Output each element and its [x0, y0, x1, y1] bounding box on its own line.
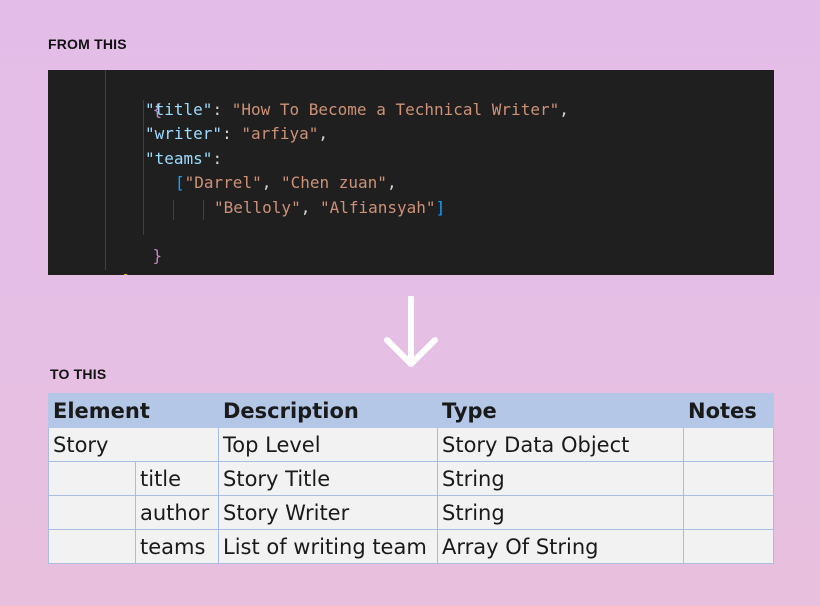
json-string: "arfiya" — [241, 124, 319, 143]
code-line: ["Darrel", "Chen zuan", — [175, 173, 397, 192]
element-table: Element Description Type Notes Story Top… — [48, 393, 774, 564]
notes-cell — [683, 461, 774, 496]
notes-cell — [683, 529, 774, 564]
code-line: "Belloly", "Alfiansyah"] — [214, 198, 446, 217]
from-heading: FROM THIS — [48, 36, 127, 52]
json-string: "Chen zuan" — [280, 173, 387, 192]
json-string: "Darrel" — [184, 173, 262, 192]
description-cell: Story Title — [218, 461, 438, 496]
code-line: "title": "How To Become a Technical Writ… — [145, 100, 569, 119]
json-key: "writer" — [145, 124, 223, 143]
column-header-description: Description — [218, 393, 438, 428]
json-brace: } — [152, 246, 163, 265]
code-line: "teams": — [145, 149, 223, 168]
element-cell: Story — [48, 427, 219, 462]
child-element-cell: teams — [135, 529, 219, 564]
element-cell — [48, 529, 136, 564]
json-brace: } — [123, 271, 133, 275]
json-key: "title" — [145, 100, 213, 119]
table-row: Story Top Level Story Data Object — [48, 427, 774, 462]
element-cell — [48, 461, 136, 496]
column-header-element: Element — [48, 393, 219, 428]
code-line: } — [114, 220, 163, 265]
description-cell: List of writing team — [218, 529, 438, 564]
table-header-row: Element Description Type Notes — [48, 393, 774, 428]
code-line: "writer": "arfiya", — [145, 124, 329, 143]
column-header-type: Type — [437, 393, 684, 428]
json-key: "teams" — [145, 149, 213, 168]
description-cell: Story Writer — [218, 495, 438, 530]
child-element-cell: title — [135, 461, 219, 496]
code-line: } — [84, 245, 133, 275]
table-row: author Story Writer String — [48, 495, 774, 530]
type-cell: Story Data Object — [437, 427, 684, 462]
element-cell — [48, 495, 136, 530]
notes-cell — [683, 427, 774, 462]
to-heading: TO THIS — [50, 366, 107, 382]
indent-guide — [203, 200, 204, 220]
code-snippet: { "title": "How To Become a Technical Wr… — [48, 70, 774, 275]
notes-cell — [683, 495, 774, 530]
type-cell: String — [437, 461, 684, 496]
code-line: { — [114, 74, 163, 119]
indent-guide — [173, 200, 174, 220]
json-string: "How To Become a Technical Writer" — [231, 100, 560, 119]
description-cell: Top Level — [218, 427, 438, 462]
column-header-notes: Notes — [683, 393, 774, 428]
type-cell: Array Of String — [437, 529, 684, 564]
arrow-down-icon — [384, 296, 438, 367]
json-string: "Alfiansyah" — [319, 198, 436, 217]
type-cell: String — [437, 495, 684, 530]
json-string: "Belloly" — [214, 198, 301, 217]
child-element-cell: author — [135, 495, 219, 530]
table-row: title Story Title String — [48, 461, 774, 496]
table-row: teams List of writing team Array Of Stri… — [48, 529, 774, 564]
indent-guide — [105, 70, 106, 270]
